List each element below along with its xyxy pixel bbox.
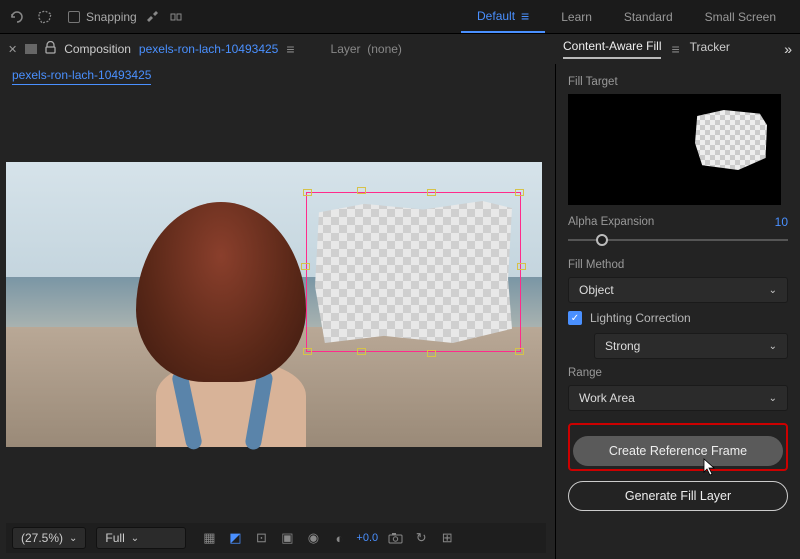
composition-name[interactable]: pexels-ron-lach-10493425 <box>139 42 278 56</box>
composition-viewer[interactable] <box>6 162 542 447</box>
mask-toggle-icon[interactable]: ◩ <box>226 530 244 546</box>
workspace-tab-label: Small Screen <box>705 10 776 24</box>
fill-target-preview <box>568 94 781 205</box>
alpha-expansion-slider[interactable] <box>568 231 788 249</box>
viewer-icon-group: ▦ ◩ ⊡ ▣ ◉ ◐ +0.0 ↻ ⊞ <box>200 530 456 546</box>
alpha-expansion-label: Alpha Expansion <box>568 216 654 228</box>
breadcrumb-item[interactable]: pexels-ron-lach-10493425 <box>12 68 151 85</box>
panel-color-swatch <box>25 44 37 54</box>
workspace-tabs: Default ≡ Learn Standard Small Screen <box>461 0 792 33</box>
mask-handle[interactable] <box>303 189 312 196</box>
alpha-expansion-value[interactable]: 10 <box>775 215 788 229</box>
refresh-icon[interactable]: ↻ <box>412 530 430 546</box>
exposure-value[interactable]: +0.0 <box>356 532 378 544</box>
mask-handle[interactable] <box>517 263 526 270</box>
slider-thumb[interactable] <box>596 234 608 246</box>
zoom-value: (27.5%) <box>21 531 63 545</box>
lighting-correction-checkbox[interactable]: ✓ <box>568 311 582 325</box>
resolution-value: Full <box>105 531 124 545</box>
workspace-tab-learn[interactable]: Learn <box>545 0 608 33</box>
channel-icon[interactable]: ◉ <box>304 530 322 546</box>
chevron-down-icon: ⌄ <box>769 341 777 352</box>
snap-collision-icon[interactable] <box>167 8 185 26</box>
mask-handle[interactable] <box>303 348 312 355</box>
workspace-tab-default[interactable]: Default ≡ <box>461 0 545 33</box>
workspace-tab-smallscreen[interactable]: Small Screen <box>689 0 792 33</box>
guides-icon[interactable]: ⊡ <box>252 530 270 546</box>
mask-handle[interactable] <box>357 187 366 194</box>
create-reference-frame-button[interactable]: Create Reference Frame <box>573 436 783 466</box>
lighting-correction-dropdown[interactable]: Strong ⌄ <box>594 333 788 359</box>
workspace-tab-label: Default <box>477 9 515 23</box>
tab-tracker[interactable]: Tracker <box>690 40 730 58</box>
lock-icon[interactable] <box>45 41 56 57</box>
chevron-down-icon: ⌄ <box>769 285 777 296</box>
chevron-down-icon: ⌄ <box>69 533 77 544</box>
workspace-tab-standard[interactable]: Standard <box>608 0 689 33</box>
color-mgmt-icon[interactable]: ◐ <box>330 530 348 546</box>
mask-tool-icon[interactable] <box>36 8 54 26</box>
cursor-icon <box>703 458 717 479</box>
viewer-image-figure <box>96 192 326 447</box>
mask-handle[interactable] <box>301 263 310 270</box>
layer-label-text: Layer <box>331 42 361 56</box>
breadcrumb: pexels-ron-lach-10493425 <box>0 64 553 88</box>
workspace-tab-label: Standard <box>624 10 673 24</box>
right-panel-header: Content-Aware Fill ≡ Tracker » <box>555 34 800 64</box>
lighting-correction-value: Strong <box>605 339 640 353</box>
mask-handle[interactable] <box>515 189 524 196</box>
create-reference-frame-highlight: Create Reference Frame <box>568 423 788 471</box>
chevron-down-icon: ⌄ <box>131 533 139 544</box>
panel-menu-icon[interactable]: ≡ <box>671 41 679 57</box>
layer-value: (none) <box>367 42 402 56</box>
viewer-bottom-bar: (27.5%) ⌄ Full ⌄ ▦ ◩ ⊡ ▣ ◉ ◐ +0.0 ↻ ⊞ <box>6 523 546 553</box>
tab-content-aware-fill[interactable]: Content-Aware Fill <box>563 39 661 59</box>
button-label: Generate Fill Layer <box>625 489 731 503</box>
lighting-correction-checkbox-row[interactable]: ✓ Lighting Correction <box>568 311 788 325</box>
fill-target-label: Fill Target <box>568 76 788 88</box>
range-value: Work Area <box>579 391 635 405</box>
button-label: Create Reference Frame <box>609 444 747 458</box>
range-dropdown[interactable]: Work Area ⌄ <box>568 385 788 411</box>
lighting-correction-label: Lighting Correction <box>590 311 691 325</box>
mask-handle[interactable] <box>515 348 524 355</box>
top-toolbar: Snapping Default ≡ Learn Standard Small … <box>0 0 800 34</box>
mask-handle[interactable] <box>427 350 436 357</box>
transparency-grid-icon[interactable]: ▦ <box>200 530 218 546</box>
generate-fill-layer-button[interactable]: Generate Fill Layer <box>568 481 788 511</box>
range-label: Range <box>568 367 788 379</box>
magnet-icon[interactable] <box>143 8 161 26</box>
composition-menu-icon[interactable]: ≡ <box>286 41 294 57</box>
zoom-dropdown[interactable]: (27.5%) ⌄ <box>12 527 86 549</box>
mask-handle[interactable] <box>357 348 366 355</box>
snapping-checkbox[interactable] <box>68 11 80 23</box>
snapping-label: Snapping <box>86 10 137 24</box>
snapshot-icon[interactable] <box>386 530 404 546</box>
mask-transparency-shape <box>315 201 512 343</box>
fill-method-label: Fill Method <box>568 259 788 271</box>
panel-expand-icon[interactable]: » <box>784 41 792 57</box>
snapping-toggle[interactable]: Snapping <box>68 8 185 26</box>
resolution-dropdown[interactable]: Full ⌄ <box>96 527 186 549</box>
layer-label: Layer (none) <box>331 42 402 56</box>
workspace-menu-icon[interactable]: ≡ <box>521 8 529 24</box>
fill-method-dropdown[interactable]: Object ⌄ <box>568 277 788 303</box>
close-panel-icon[interactable]: ✕ <box>8 43 17 56</box>
chevron-down-icon: ⌄ <box>769 393 777 404</box>
composition-label: Composition <box>64 42 131 56</box>
fill-method-value: Object <box>579 283 614 297</box>
viewer-area: pexels-ron-lach-10493425 (27.5%) ⌄ <box>0 64 553 559</box>
safe-zones-icon[interactable]: ▣ <box>278 530 296 546</box>
fill-target-shape <box>695 110 767 170</box>
content-aware-fill-panel: Fill Target Alpha Expansion 10 Fill Meth… <box>555 64 800 559</box>
rotate-tool-icon[interactable] <box>8 8 26 26</box>
workspace-tab-label: Learn <box>561 10 592 24</box>
timecode-icon[interactable]: ⊞ <box>438 530 456 546</box>
mask-handle[interactable] <box>427 189 436 196</box>
mask-region-of-interest[interactable] <box>306 192 521 352</box>
